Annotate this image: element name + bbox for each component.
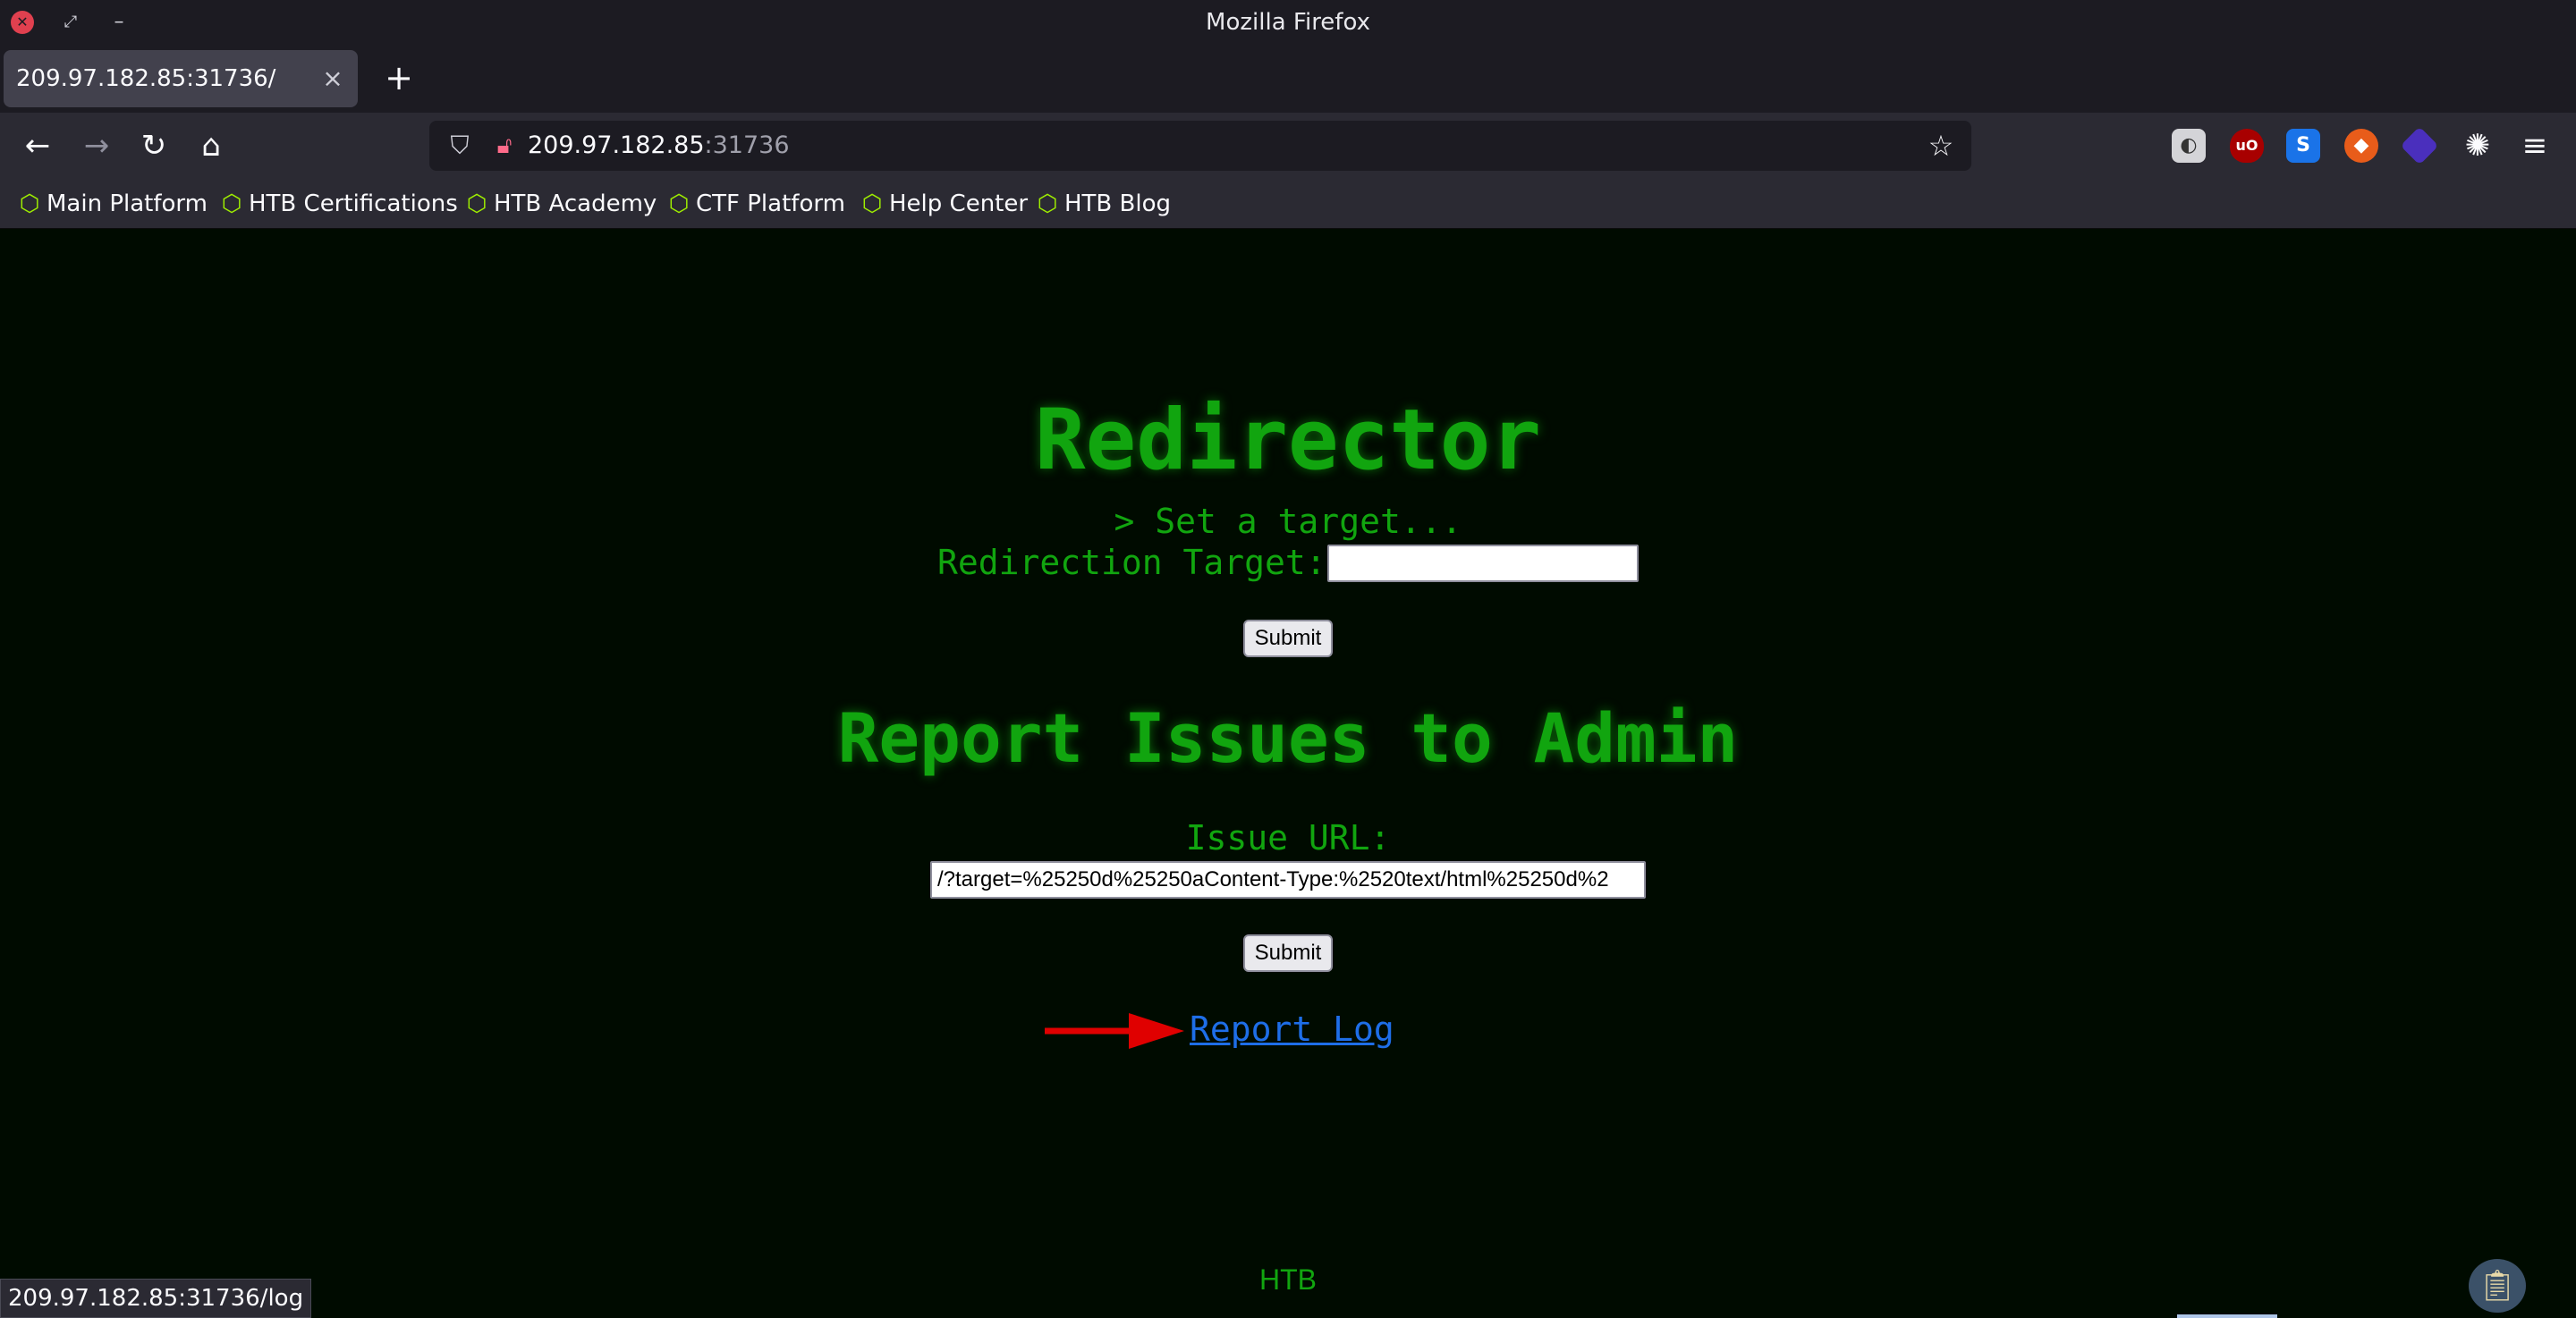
bookmark-main-platform[interactable]: ⬡ Main Platform — [16, 179, 208, 229]
bookmark-label: CTF Platform — [696, 190, 845, 217]
bookmarks-toolbar: ⬡ Main Platform ⬡ HTB Certifications ⬡ HTB … — [0, 179, 2576, 229]
redirection-target-input[interactable] — [1327, 545, 1639, 582]
window-titlebar: ✕ ⤢ – Mozilla Firefox — [0, 0, 2576, 45]
bookmark-htb-blog[interactable]: ⬡ HTB Blog — [1034, 179, 1171, 229]
bookmark-ctf-platform[interactable]: ⬡ CTF Platform — [665, 179, 845, 229]
issue-url-input[interactable]: /?target=%25250d%25250aContent-Type:%252… — [930, 861, 1646, 899]
extension-s-icon[interactable]: S — [2286, 129, 2320, 163]
bookmark-htb-certifications[interactable]: ⬡ HTB Certifications — [218, 179, 458, 229]
navigation-toolbar: ← → ↻ ⌂ ⛉ 🔓︎ 209.97.182.85:31736 ☆ ◐ uO … — [0, 113, 2576, 179]
redirection-target-label: Redirection Target: — [937, 543, 1326, 582]
window-title: Mozilla Firefox — [1206, 9, 1370, 36]
insecure-lock-icon[interactable]: 🔓︎ — [487, 128, 522, 164]
bookmark-label: HTB Academy — [494, 190, 657, 217]
url-port: :31736 — [704, 131, 790, 159]
bookmark-help-center[interactable]: ⬡ Help Center — [859, 179, 1028, 229]
new-tab-button[interactable]: + — [377, 57, 420, 100]
redirect-submit-button[interactable]: Submit — [1243, 620, 1333, 657]
tab-label: 209.97.182.85:31736/ — [16, 65, 276, 92]
url-text[interactable]: 209.97.182.85:31736 — [528, 121, 790, 171]
issue-url-label: Issue URL: — [1185, 818, 1391, 858]
url-bar[interactable]: ⛉ 🔓︎ 209.97.182.85:31736 ☆ — [429, 121, 1971, 171]
extension-icon-1[interactable]: ◐ — [2172, 129, 2206, 163]
extension-cube-icon[interactable] — [2400, 126, 2439, 165]
bottom-highlight-strip — [2177, 1314, 2277, 1318]
report-section-title: Report Issues to Admin — [837, 698, 1739, 778]
bookmark-label: HTB Blog — [1064, 190, 1172, 217]
forward-arrow-icon[interactable]: → — [75, 124, 118, 167]
hexagon-icon: ⬡ — [466, 190, 487, 217]
hexagon-icon: ⬡ — [221, 190, 242, 217]
hamburger-menu-icon[interactable]: ≡ — [2517, 129, 2553, 163]
hexagon-icon: ⬡ — [19, 190, 40, 217]
hexagon-icon: ⬡ — [861, 190, 883, 217]
page-content: Redirector > Set a target... Redirection… — [0, 230, 2576, 1318]
clipboard-icon[interactable]: 📋︎ — [2469, 1259, 2526, 1313]
ublock-origin-icon[interactable]: uO — [2230, 129, 2264, 163]
hexagon-icon: ⬡ — [1037, 190, 1058, 217]
tab-bar: 209.97.182.85:31736/ × + — [0, 45, 2576, 113]
bookmark-label: HTB Certifications — [249, 190, 458, 217]
reload-icon[interactable]: ↻ — [132, 124, 175, 167]
red-arrow-annotation — [1045, 1013, 1184, 1049]
url-host: 209.97.182.85 — [528, 131, 705, 159]
back-arrow-icon[interactable]: ← — [16, 124, 59, 167]
bookmark-star-icon[interactable]: ☆ — [1923, 128, 1959, 164]
home-icon[interactable]: ⌂ — [190, 124, 233, 167]
status-link-preview: 209.97.182.85:31736/log — [0, 1279, 312, 1318]
page-footer: HTB — [1259, 1263, 1317, 1296]
bookmark-label: Help Center — [889, 190, 1029, 217]
extension-fox-icon[interactable]: ◆ — [2344, 129, 2378, 163]
tracking-shield-icon[interactable]: ⛉ — [442, 128, 478, 164]
bookmark-htb-academy[interactable]: ⬡ HTB Academy — [463, 179, 657, 229]
report-submit-button[interactable]: Submit — [1243, 934, 1333, 972]
bookmark-label: Main Platform — [47, 190, 208, 217]
hexagon-icon: ⬡ — [668, 190, 690, 217]
cookie-icon[interactable]: ✺ — [2461, 129, 2495, 163]
report-log-link[interactable]: Report Log — [1190, 1004, 1394, 1054]
page-title: Redirector — [1035, 392, 1541, 489]
tab-close-icon[interactable]: × — [318, 63, 347, 95]
tab-active[interactable]: 209.97.182.85:31736/ × — [4, 50, 358, 107]
page-subtitle: > Set a target... — [1114, 502, 1462, 541]
